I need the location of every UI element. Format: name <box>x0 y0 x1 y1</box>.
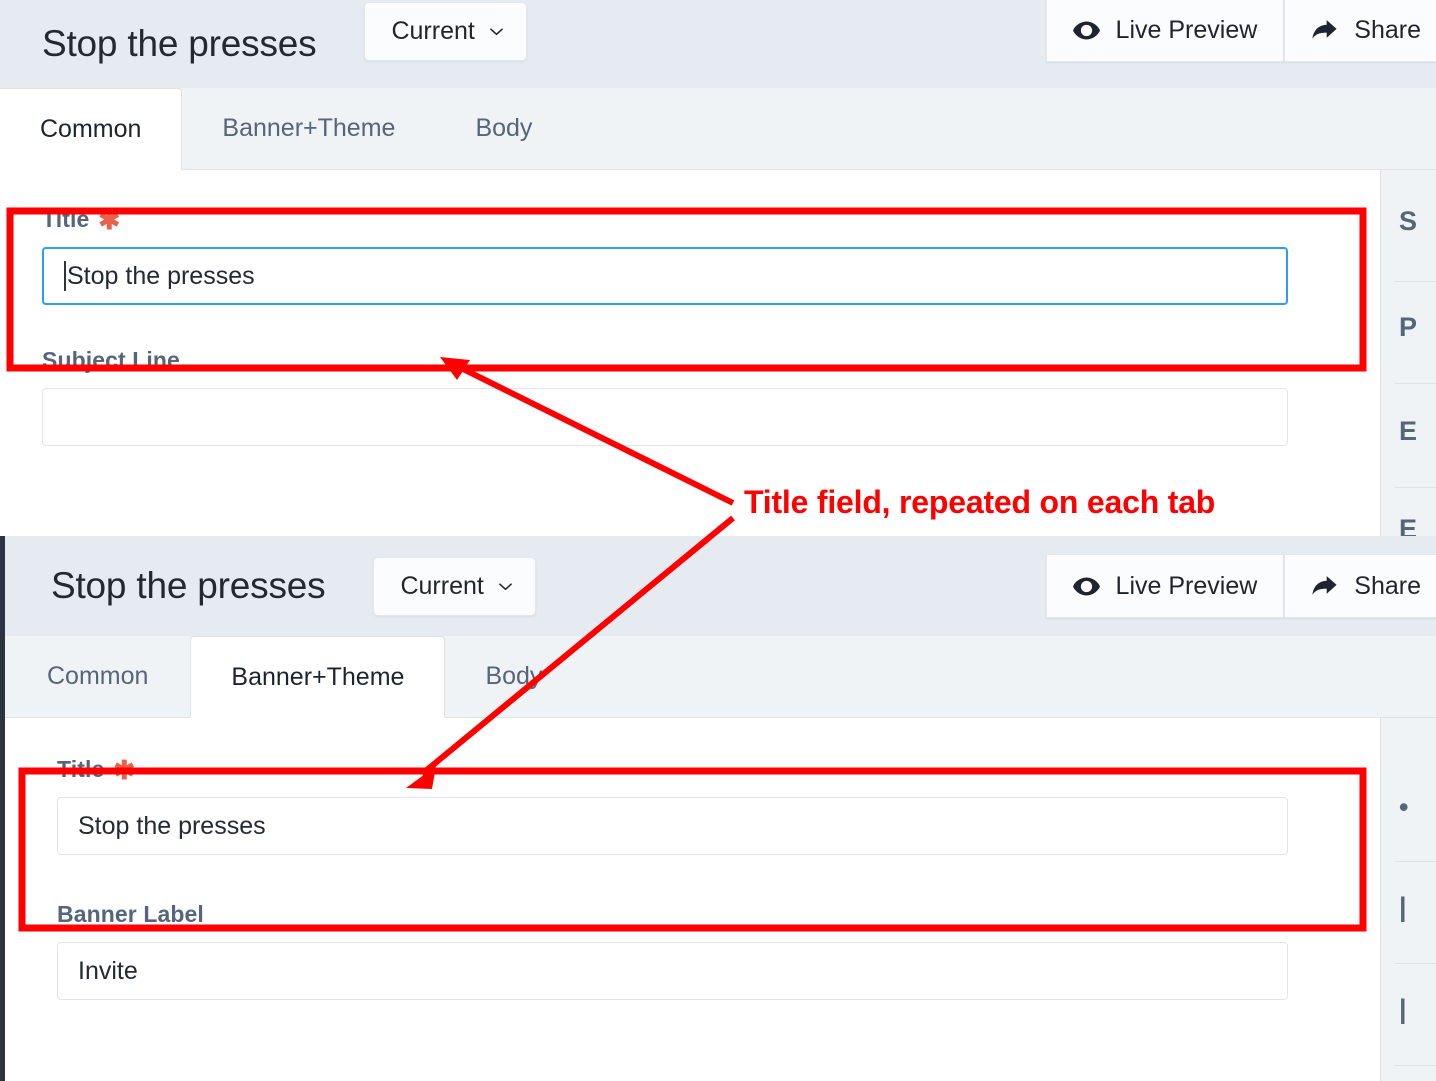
screenshot-root: Stop the presses Current Live Preview Sh… <box>0 0 1436 1081</box>
app-header: Stop the presses Current Live Preview Sh… <box>5 536 1436 636</box>
page-title: Stop the presses <box>51 565 326 606</box>
tab-banner-theme-label: Banner+Theme <box>222 113 396 142</box>
rail-item-2[interactable]: | <box>1381 994 1436 1025</box>
rail-item-0[interactable]: • <box>1381 792 1436 823</box>
tab-common[interactable]: Common <box>0 88 183 170</box>
title-input-value: Stop the presses <box>67 261 255 290</box>
live-preview-label: Live Preview <box>1115 15 1258 44</box>
field-banner-label-label: Banner Label <box>57 901 1394 928</box>
eye-icon <box>1072 21 1100 40</box>
app-header: Stop the presses Current Live Preview Sh… <box>0 0 1436 88</box>
field-banner-label-label-text: Banner Label <box>57 901 204 927</box>
version-select-label: Current <box>391 16 475 45</box>
tab-common[interactable]: Common <box>5 635 190 717</box>
share-button[interactable]: Share <box>1284 554 1436 618</box>
header-actions: Live Preview Share <box>1045 0 1436 62</box>
rail-item-2[interactable]: E <box>1381 416 1436 447</box>
side-rail-common: S P E E <box>1380 170 1436 536</box>
field-title-label-text: Title <box>57 756 105 782</box>
live-preview-button[interactable]: Live Preview <box>1045 554 1285 618</box>
live-preview-label: Live Preview <box>1115 571 1258 600</box>
form-area-common: Title ✱ Stop the presses Subject Line S <box>0 170 1436 536</box>
tab-body[interactable]: Body <box>435 87 572 169</box>
chevron-down-icon <box>489 24 504 39</box>
tab-common-label: Common <box>47 661 149 690</box>
field-banner-label: Banner Label Invite <box>5 855 1436 1000</box>
rail-divider <box>1395 1065 1436 1066</box>
field-title-label-text: Title <box>42 206 90 232</box>
tab-bar: Common Banner+Theme Body <box>5 636 1436 718</box>
share-label: Share <box>1354 571 1421 600</box>
tab-body[interactable]: Body <box>445 635 582 717</box>
tab-banner-theme[interactable]: Banner+Theme <box>190 636 446 718</box>
tab-banner-theme[interactable]: Banner+Theme <box>182 87 435 169</box>
share-label: Share <box>1354 15 1421 44</box>
editor-panel-banner-theme: Stop the presses Current Live Preview Sh… <box>0 536 1436 1081</box>
version-select-button[interactable]: Current <box>364 1 527 61</box>
banner-label-input-value: Invite <box>78 956 138 985</box>
rail-item-3[interactable]: E <box>1381 514 1436 536</box>
field-title-label: Title ✱ <box>57 756 1394 783</box>
live-preview-button[interactable]: Live Preview <box>1045 0 1285 62</box>
share-button[interactable]: Share <box>1284 0 1436 62</box>
field-subject-line-label: Subject Line <box>42 347 1394 374</box>
banner-label-input[interactable]: Invite <box>57 942 1288 1000</box>
chevron-down-icon <box>498 579 513 594</box>
tab-body-label: Body <box>485 661 543 690</box>
rail-item-0[interactable]: S <box>1381 206 1436 237</box>
field-title-label: Title ✱ <box>42 206 1394 233</box>
field-title: Title ✱ Stop the presses <box>0 170 1436 305</box>
eye-icon <box>1072 577 1100 596</box>
field-subject-line: Subject Line <box>0 305 1436 446</box>
form-area-banner-theme: Title ✱ Stop the presses Banner Label In… <box>5 718 1436 1081</box>
version-select-label: Current <box>400 571 484 600</box>
rail-item-1[interactable]: | <box>1381 892 1436 923</box>
field-subject-line-label-text: Subject Line <box>42 347 180 373</box>
tab-common-label: Common <box>40 114 142 143</box>
header-actions: Live Preview Share <box>1045 554 1436 618</box>
version-select-button[interactable]: Current <box>373 556 536 616</box>
title-input-value: Stop the presses <box>78 811 266 840</box>
title-input[interactable]: Stop the presses <box>57 797 1288 855</box>
tab-body-label: Body <box>475 113 533 142</box>
page-title: Stop the presses <box>42 23 317 64</box>
text-caret <box>64 261 66 291</box>
required-asterisk-icon: ✱ <box>113 754 136 785</box>
field-title: Title ✱ Stop the presses <box>5 718 1436 855</box>
side-rail-banner-theme: • | | <box>1380 718 1436 1081</box>
editor-panel-common: Stop the presses Current Live Preview Sh… <box>0 0 1436 536</box>
share-arrow-icon <box>1311 575 1338 597</box>
tab-banner-theme-label: Banner+Theme <box>231 662 405 691</box>
subject-line-input[interactable] <box>42 388 1288 446</box>
share-arrow-icon <box>1311 19 1338 41</box>
required-asterisk-icon: ✱ <box>98 204 121 235</box>
title-input[interactable]: Stop the presses <box>42 247 1288 305</box>
rail-item-1[interactable]: P <box>1381 312 1436 343</box>
tab-bar: Common Banner+Theme Body <box>0 88 1436 170</box>
